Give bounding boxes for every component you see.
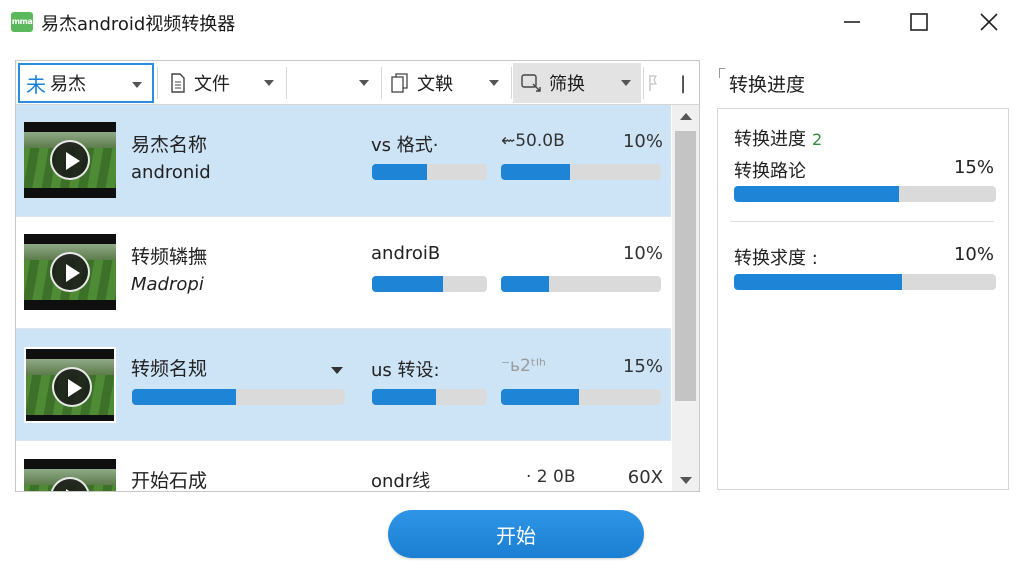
- minimize-button[interactable]: [829, 0, 875, 44]
- divider: [730, 221, 994, 222]
- video-thumbnail: [24, 234, 116, 310]
- toolbar-convert-label: 筛换: [549, 74, 585, 95]
- size-label: ⁻ь2ᵗᴵʰ: [501, 356, 546, 376]
- play-icon[interactable]: [50, 140, 90, 180]
- toolbar-blank-dropdown[interactable]: [289, 63, 379, 103]
- video-thumbnail: [24, 459, 116, 491]
- format-progress-bar: [372, 389, 487, 405]
- percent-label: 60X: [627, 467, 663, 488]
- percent-label: 15%: [622, 356, 663, 377]
- maximize-icon: [910, 13, 928, 31]
- progress-section-label: 转换求度 :: [734, 248, 818, 269]
- file-subname: Madropi: [131, 274, 204, 295]
- format-label: vs 格式·: [371, 135, 439, 156]
- toolbar-convert-dropdown[interactable]: 筛换: [513, 63, 641, 103]
- chevron-down-icon: [132, 82, 142, 88]
- name-progress-bar: [132, 389, 345, 405]
- close-button[interactable]: [966, 0, 1012, 44]
- file-name: 转频辚撫: [131, 246, 208, 268]
- toolbar-file-label: 文件: [194, 74, 230, 95]
- toolbar-divider: [286, 67, 287, 99]
- toolbar-profile-dropdown[interactable]: 未 易杰: [18, 63, 154, 103]
- progress-percent: 15%: [953, 157, 994, 178]
- percent-label: 10%: [622, 243, 663, 264]
- close-icon: [980, 13, 998, 31]
- progress-count: 2: [812, 130, 823, 149]
- play-icon[interactable]: [50, 252, 90, 292]
- chevron-down-icon: [489, 80, 499, 86]
- minimize-icon: [844, 21, 860, 23]
- corner-mark: [719, 68, 725, 78]
- size-label: · 2 0B: [526, 467, 576, 487]
- toolbar-overflow-icon[interactable]: [648, 63, 668, 103]
- list-item[interactable]: 易杰名称 andronid vs 格式· ⇜50.0B 10%: [16, 105, 671, 217]
- title-bar: mma 易杰android视频转换器: [0, 0, 1024, 44]
- scroll-down-icon[interactable]: [672, 469, 699, 491]
- chevron-down-icon[interactable]: [331, 367, 343, 374]
- file-name: 开始石成: [131, 470, 208, 492]
- toolbar-text-label: 文鞅: [417, 74, 453, 95]
- progress-panel-title: 转换进度: [729, 74, 806, 96]
- format-label: us 转设:: [371, 360, 440, 381]
- profile-icon: 未: [26, 72, 46, 97]
- format-progress-bar: [372, 276, 487, 292]
- toolbar-divider: [643, 67, 644, 99]
- toolbar-divider: [157, 67, 158, 99]
- toolbar-more[interactable]: |: [680, 63, 692, 103]
- video-thumbnail: [24, 122, 116, 198]
- maximize-button[interactable]: [896, 0, 942, 44]
- list-scrollbar[interactable]: [672, 105, 699, 491]
- percent-label: 10%: [622, 131, 663, 152]
- progress-section-label: 转换进度 2: [734, 129, 823, 150]
- file-subname: andronid: [131, 162, 211, 183]
- file-list-panel: 未 易杰 文件 文鞅 筛换 | 易杰名称 andronid vs 格式· ⇜50…: [15, 60, 700, 492]
- toolbar-text-dropdown[interactable]: 文鞅: [383, 63, 509, 103]
- chevron-down-icon: [621, 80, 631, 86]
- size-progress-bar: [501, 389, 661, 405]
- list-item[interactable]: 转频名规 us 转设: ⁻ь2ᵗᴵʰ 15%: [16, 329, 671, 441]
- overall-progress-bar: [734, 186, 996, 202]
- scroll-up-icon[interactable]: [672, 105, 699, 129]
- toolbar: 未 易杰 文件 文鞅 筛换 |: [16, 61, 699, 105]
- conversion-progress-bar: [734, 274, 996, 290]
- size-label: ⇜50.0B: [501, 131, 565, 151]
- chevron-down-icon: [359, 80, 369, 86]
- size-progress-bar: [501, 164, 661, 180]
- format-label: androiB: [371, 243, 441, 264]
- toolbar-divider: [381, 67, 382, 99]
- toolbar-profile-label: 易杰: [50, 74, 86, 95]
- document-icon: [171, 73, 185, 93]
- toolbar-divider: [511, 67, 512, 99]
- file-name: 转频名规: [131, 358, 208, 380]
- file-list: 易杰名称 andronid vs 格式· ⇜50.0B 10% 转频辚撫 Mad…: [16, 105, 671, 492]
- toolbar-file-dropdown[interactable]: 文件: [160, 63, 284, 103]
- video-thumbnail: [24, 347, 116, 423]
- file-name: 易杰名称: [131, 134, 208, 156]
- flag-icon: [649, 75, 657, 91]
- copy-icon: [391, 73, 408, 93]
- progress-panel: 转换进度 2 转换路论 15% 转换求度 : 10%: [717, 108, 1009, 490]
- chevron-down-icon: [264, 80, 274, 86]
- start-button[interactable]: 开始: [388, 510, 644, 558]
- convert-icon: [521, 74, 541, 92]
- size-progress-bar: [501, 276, 661, 292]
- scrollbar-thumb[interactable]: [675, 131, 696, 401]
- app-logo-icon: mma: [11, 12, 33, 32]
- progress-percent: 10%: [953, 244, 994, 265]
- play-icon[interactable]: [52, 367, 92, 407]
- list-item[interactable]: 开始石成 ondr线 · 2 0B 60X: [16, 441, 671, 492]
- format-label: ondr线: [371, 471, 431, 492]
- progress-section-sublabel: 转换路论: [734, 161, 806, 182]
- window-title: 易杰android视频转换器: [41, 14, 236, 35]
- format-progress-bar: [372, 164, 487, 180]
- list-item[interactable]: 转频辚撫 Madropi androiB 10%: [16, 217, 671, 329]
